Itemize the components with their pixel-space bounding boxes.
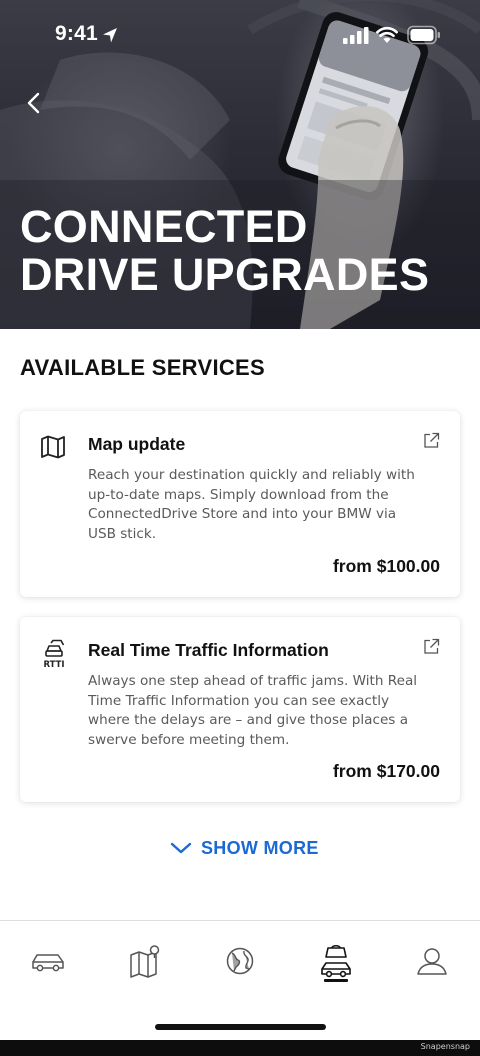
watermark: Snapensnap [420,1042,470,1051]
footer-strip: Snapensnap [0,1040,480,1056]
service-title: Real Time Traffic Information [88,640,329,660]
map-pin-icon [130,945,160,978]
chevron-left-icon [27,92,40,114]
service-description: Always one step ahead of traffic jams. W… [88,673,418,748]
service-title: Map update [88,434,186,454]
rtti-icon: RTTI [43,639,65,669]
service-price: from $170.00 [332,761,440,781]
rtti-icon-label: RTTI [43,660,64,669]
tab-profile[interactable] [412,941,452,981]
status-time: 9:41 [55,22,98,45]
service-price: from $100.00 [332,556,440,576]
location-arrow-icon [103,28,117,43]
service-description: Reach your destination quickly and relia… [88,467,415,542]
page-title-line-1: CONNECTED [20,201,308,252]
page-title-line-2: DRIVE UPGRADES [20,249,430,300]
service-card-real-time-traffic[interactable]: RTTI Real Time Traffic Information Alway… [20,617,460,802]
page-title: CONNECTED DRIVE UPGRADES [20,203,429,299]
tab-bar [0,920,480,1040]
wifi-icon [376,27,398,43]
external-link-icon[interactable] [423,638,440,655]
show-more-label: SHOW MORE [201,837,319,858]
home-indicator[interactable] [155,1024,326,1030]
car-icon [32,954,64,972]
tab-shop[interactable] [316,941,356,981]
section-title: AVAILABLE SERVICES [20,355,265,380]
profile-icon [417,948,447,975]
service-card-map-update[interactable]: Map update Reach your destination quickl… [20,411,460,597]
globe-icon [226,947,254,975]
chevron-down-icon [170,842,192,854]
tab-map[interactable] [125,941,165,981]
cellular-signal-icon [343,27,369,44]
tab-selected-indicator [324,979,348,982]
back-button[interactable] [20,86,50,120]
hero-banner: 9:41 CONNECTED DRIVE UPGRADES [0,0,480,329]
shop-bag-car-icon [321,944,351,978]
tab-explore[interactable] [220,941,260,981]
external-link-icon[interactable] [423,432,440,449]
tab-vehicle[interactable] [28,941,68,981]
show-more-button[interactable]: SHOW MORE [170,834,319,862]
map-icon [41,435,65,459]
battery-icon [407,25,440,45]
status-bar: 9:41 [0,0,480,72]
